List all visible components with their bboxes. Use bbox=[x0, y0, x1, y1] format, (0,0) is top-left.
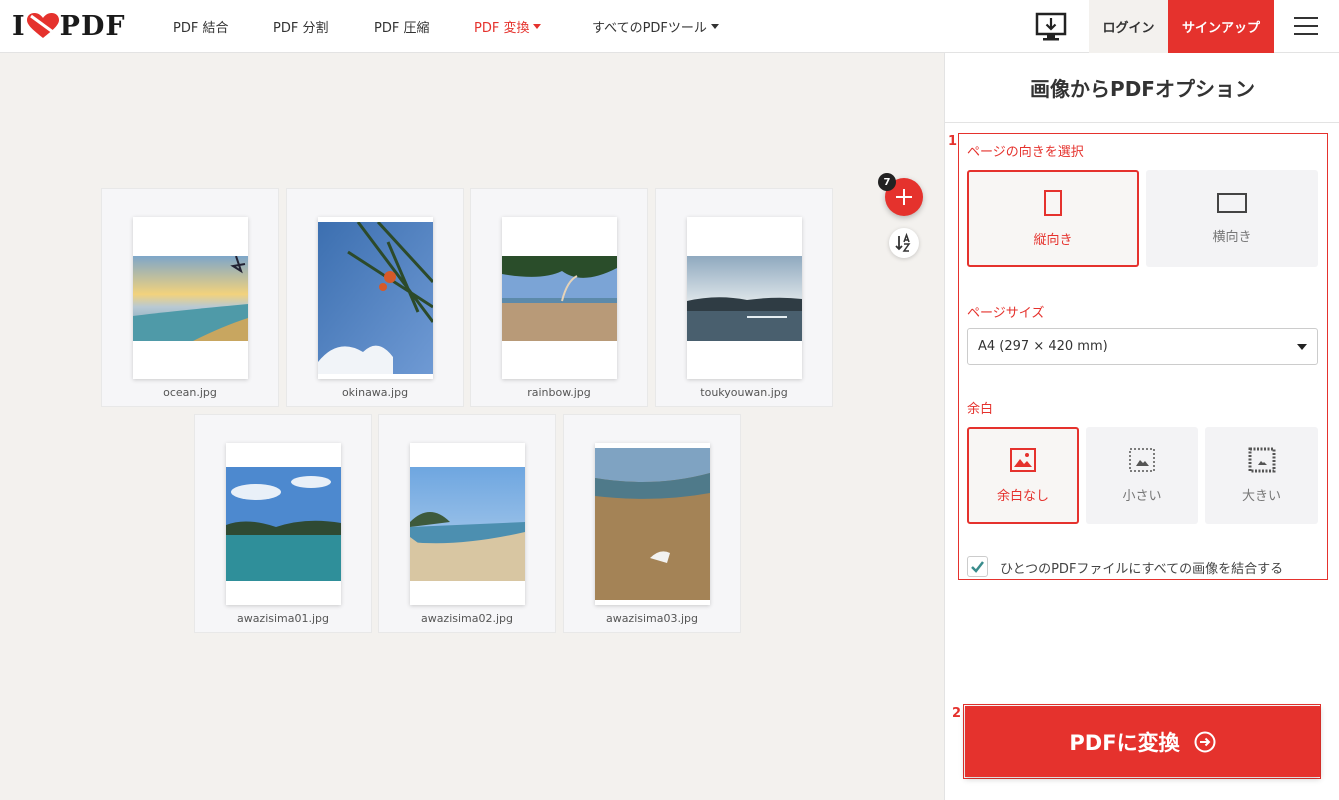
nav-merge-label: PDF 結合 bbox=[173, 21, 229, 36]
logo-text-i: I bbox=[12, 10, 26, 42]
file-thumbnail bbox=[410, 443, 525, 605]
login-button[interactable]: ログイン bbox=[1089, 0, 1168, 53]
image-large-margin-icon bbox=[1248, 447, 1275, 473]
options-sidebar: 画像からPDFオプション 1 ページの向きを選択 縦向き 横向き ページサイズ … bbox=[944, 53, 1339, 800]
landscape-page-icon bbox=[1217, 193, 1247, 213]
merge-checkbox[interactable] bbox=[967, 556, 988, 577]
hamburger-menu-icon[interactable] bbox=[1294, 17, 1318, 37]
file-card[interactable]: awazisima03.jpg bbox=[563, 414, 741, 633]
desktop-download-button[interactable] bbox=[1034, 10, 1068, 44]
margin-label: 余白 bbox=[967, 402, 994, 417]
file-thumbnail bbox=[595, 443, 710, 605]
file-thumbnail bbox=[687, 217, 802, 379]
convert-to-pdf-button[interactable]: PDFに変換 bbox=[965, 706, 1320, 777]
file-card[interactable]: rainbow.jpg bbox=[470, 188, 648, 407]
margin-none-label: 余白なし bbox=[996, 489, 1049, 504]
margin-large-option[interactable]: 大きい bbox=[1205, 427, 1318, 524]
login-label: ログイン bbox=[1102, 21, 1155, 36]
file-card[interactable]: awazisima02.jpg bbox=[378, 414, 556, 633]
heart-icon bbox=[26, 13, 59, 38]
annotation-number-2: 2 bbox=[952, 706, 962, 721]
nav-convert-label: PDF 変換 bbox=[474, 21, 530, 36]
file-card[interactable]: okinawa.jpg bbox=[286, 188, 464, 407]
file-thumbnail bbox=[133, 217, 248, 379]
page-size-value: A4 (297 × 420 mm) bbox=[978, 339, 1108, 354]
file-name: awazisima01.jpg bbox=[236, 612, 330, 625]
signup-button[interactable]: サインアップ bbox=[1168, 0, 1274, 53]
landscape-label: 横向き bbox=[1212, 230, 1252, 245]
options-title: 画像からPDFオプション bbox=[945, 53, 1339, 123]
portrait-page-icon bbox=[1044, 190, 1062, 216]
okinawa-photo bbox=[318, 222, 433, 374]
file-thumbnail bbox=[502, 217, 617, 379]
nav-all-tools-label: すべてのPDFツール bbox=[592, 21, 707, 36]
margin-small-label: 小さい bbox=[1122, 489, 1162, 504]
caret-down-icon bbox=[710, 24, 719, 29]
image-no-margin-icon bbox=[1010, 448, 1036, 472]
file-thumbnail bbox=[318, 217, 433, 379]
top-header: I PDF PDF 結合 PDF 分割 PDF 圧縮 PDF 変換 すべてのPD… bbox=[0, 0, 1339, 53]
annotation-number-1: 1 bbox=[948, 134, 958, 149]
orientation-label: ページの向きを選択 bbox=[967, 145, 1084, 160]
margin-none-option[interactable]: 余白なし bbox=[967, 427, 1079, 524]
merge-checkbox-label: ひとつのPDFファイルにすべての画像を結合する bbox=[1000, 562, 1284, 577]
signup-label: サインアップ bbox=[1181, 21, 1260, 36]
arrow-right-circle-icon bbox=[1194, 731, 1216, 752]
page-size-label: ページサイズ bbox=[967, 306, 1045, 321]
file-card[interactable]: ocean.jpg bbox=[101, 188, 279, 407]
sort-az-icon bbox=[895, 232, 911, 252]
file-card[interactable]: toukyouwan.jpg bbox=[655, 188, 833, 407]
ocean-photo bbox=[133, 256, 248, 341]
awazisima03-photo bbox=[595, 448, 710, 600]
logo-text-pdf: PDF bbox=[59, 10, 126, 42]
orientation-portrait-option[interactable]: 縦向き bbox=[967, 170, 1139, 267]
convert-button-label: PDFに変換 bbox=[1069, 730, 1180, 755]
nav-compress-pdf[interactable]: PDF 圧縮 bbox=[374, 0, 429, 53]
desktop-download-icon bbox=[1035, 12, 1067, 41]
file-count-badge: 7 bbox=[878, 173, 896, 191]
margin-small-option[interactable]: 小さい bbox=[1086, 427, 1198, 524]
image-small-margin-icon bbox=[1129, 448, 1155, 472]
file-name: okinawa.jpg bbox=[341, 386, 409, 399]
page-size-select[interactable]: A4 (297 × 420 mm) bbox=[967, 328, 1318, 365]
nav-convert-pdf[interactable]: PDF 変換 bbox=[474, 0, 542, 53]
dropdown-arrow-icon bbox=[1297, 343, 1307, 350]
sort-az-button[interactable] bbox=[889, 228, 919, 258]
awazisima02-photo bbox=[410, 467, 525, 581]
file-card[interactable]: awazisima01.jpg bbox=[194, 414, 372, 633]
rainbow-photo bbox=[502, 256, 617, 341]
ilovepdf-logo[interactable]: I PDF bbox=[12, 10, 126, 42]
nav-merge-pdf[interactable]: PDF 結合 bbox=[173, 0, 228, 53]
caret-down-icon bbox=[533, 24, 542, 29]
margin-large-label: 大きい bbox=[1241, 489, 1281, 504]
file-name: awazisima03.jpg bbox=[605, 612, 699, 625]
file-name: toukyouwan.jpg bbox=[700, 386, 788, 399]
file-thumbnail bbox=[226, 443, 341, 605]
awazisima01-photo bbox=[226, 467, 341, 581]
nav-compress-label: PDF 圧縮 bbox=[374, 21, 430, 36]
file-name: awazisima02.jpg bbox=[420, 612, 514, 625]
nav-all-tools[interactable]: すべてのPDFツール bbox=[592, 0, 719, 53]
file-name: rainbow.jpg bbox=[527, 386, 591, 399]
checkmark-icon bbox=[971, 561, 984, 573]
orientation-landscape-option[interactable]: 横向き bbox=[1146, 170, 1318, 267]
nav-split-pdf[interactable]: PDF 分割 bbox=[273, 0, 328, 53]
nav-split-label: PDF 分割 bbox=[273, 21, 329, 36]
toukyouwan-photo bbox=[687, 256, 802, 341]
portrait-label: 縦向き bbox=[1033, 233, 1073, 248]
file-name: ocean.jpg bbox=[163, 386, 217, 399]
